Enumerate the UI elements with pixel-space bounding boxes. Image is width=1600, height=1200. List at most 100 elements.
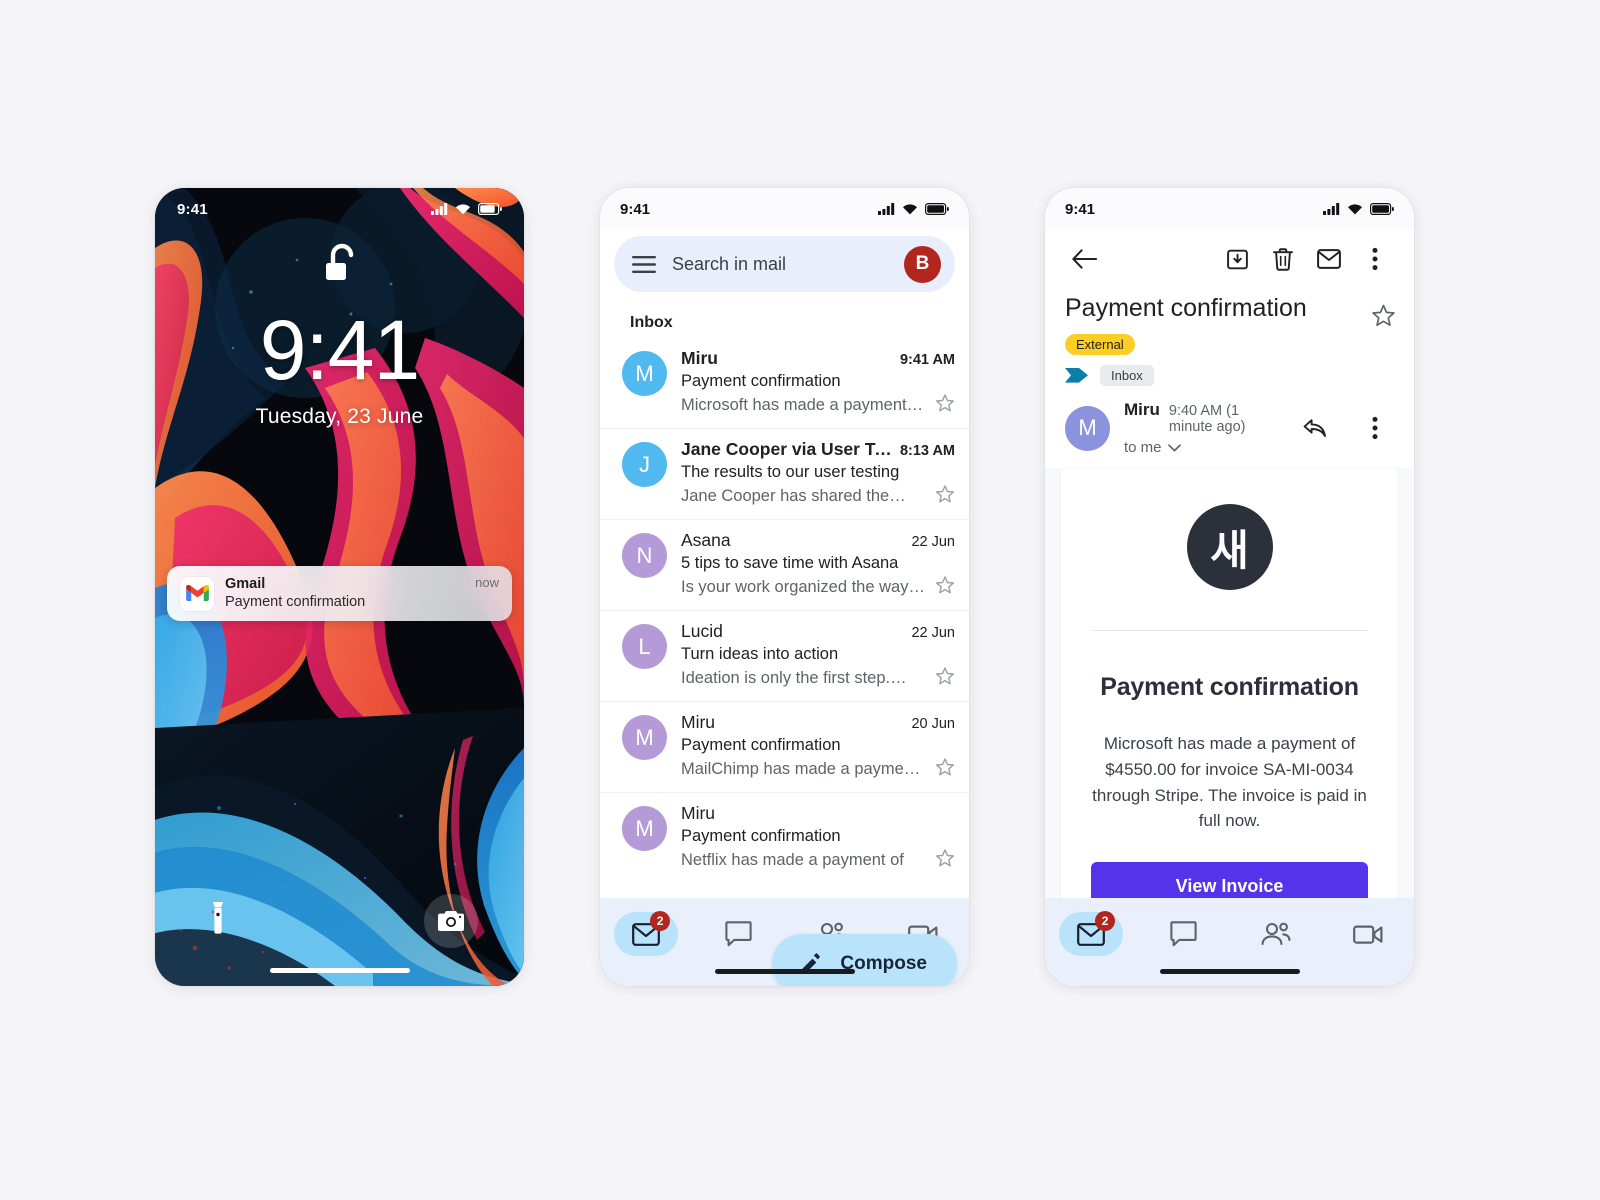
- screenshot-canvas: 9:41 9:41 Tuesday, 23 June Gmail Payment…: [0, 0, 1600, 1200]
- back-arrow-glyph: [1071, 249, 1097, 269]
- brand-logo: 새: [1186, 504, 1273, 590]
- gmail-notification[interactable]: Gmail Payment confirmation now: [167, 566, 512, 621]
- nav-item-mail[interactable]: 2: [614, 911, 679, 956]
- view-invoice-button[interactable]: View Invoice: [1091, 862, 1368, 898]
- home-indicator: [269, 968, 410, 973]
- avatar[interactable]: M: [1065, 405, 1110, 451]
- avatar[interactable]: M: [622, 351, 667, 396]
- nav-item-spaces[interactable]: [1244, 912, 1308, 956]
- page-title: Inbox: [630, 314, 673, 331]
- gmail-icon: [180, 576, 214, 611]
- gmail-inbox-phone: 9:41 Search in mail B Inbox M Miru 9:41 …: [600, 188, 969, 986]
- email-snippet-row: MailChimp has made a payment…: [681, 757, 955, 782]
- sender-name: Miru: [1124, 400, 1160, 419]
- nav-item-chat[interactable]: [706, 912, 770, 956]
- avatar[interactable]: M: [622, 806, 667, 851]
- avatar[interactable]: L: [622, 624, 667, 669]
- email-body-card: 새 Payment confirmation Microsoft has mad…: [1061, 468, 1398, 898]
- email-time: 22 Jun: [911, 534, 955, 550]
- star-outline-icon[interactable]: [935, 575, 955, 595]
- email-list-item[interactable]: J Jane Cooper via User Te… 8:13 AM The resu…: [600, 428, 969, 519]
- avatar[interactable]: B: [904, 245, 941, 283]
- nav-item-mail[interactable]: 2: [1059, 911, 1124, 956]
- more-glyph: [1372, 416, 1378, 440]
- star-outline-icon[interactable]: [935, 484, 955, 504]
- search-input[interactable]: Search in mail: [672, 254, 888, 275]
- notification-title: Payment confirmation: [225, 594, 366, 611]
- email-header-row: Miru 20 Jun: [681, 712, 955, 733]
- detail-top: 9:41 Payment confirmation External Inbox…: [1045, 188, 1414, 468]
- home-indicator: [1159, 969, 1300, 974]
- status-badge: External: [1065, 334, 1135, 355]
- cellular-icon: [431, 203, 448, 215]
- nav-item-chat[interactable]: [1151, 912, 1215, 956]
- email-subject: Turn ideas into action: [681, 645, 839, 663]
- mark-unread-icon[interactable]: [1306, 236, 1352, 282]
- email-subject: Payment confirmation: [681, 372, 841, 390]
- email-list-item[interactable]: M Miru 20 Jun Payment confirmation MailChimp…: [600, 701, 969, 792]
- email-snippet: MailChimp has made a payment…: [681, 760, 925, 778]
- search-bar[interactable]: Search in mail B: [614, 236, 955, 292]
- compose-button[interactable]: Compose: [772, 934, 957, 986]
- reply-icon[interactable]: [1292, 405, 1338, 451]
- lock-screen-phone: 9:41 9:41 Tuesday, 23 June Gmail Payment…: [155, 188, 524, 986]
- gmail-detail-phone: 9:41 Payment confirmation External Inbox…: [1045, 188, 1414, 986]
- chat-glyph: [1170, 921, 1197, 947]
- lock-status-bar: 9:41: [155, 188, 524, 230]
- star-button[interactable]: [935, 575, 955, 600]
- email-snippet: Is your work organized the way…: [681, 578, 925, 596]
- subject-column: Payment confirmation External Inbox: [1065, 294, 1371, 386]
- email-subject: Payment confirmation: [681, 827, 841, 845]
- email-sender: Miru: [681, 712, 716, 732]
- cellular-icon: [1323, 203, 1340, 215]
- star-button[interactable]: [935, 393, 955, 418]
- cellular-icon: [878, 203, 895, 215]
- email-time: 20 Jun: [911, 716, 955, 732]
- more-vertical-icon[interactable]: [1352, 405, 1398, 451]
- star-button[interactable]: [935, 484, 955, 509]
- email-list-item[interactable]: L Lucid 22 Jun Turn ideas into action Ideati…: [600, 610, 969, 701]
- star-glyph: [1372, 304, 1395, 327]
- camera-icon[interactable]: [424, 894, 478, 948]
- recipient-line[interactable]: to me: [1124, 439, 1278, 456]
- avatar[interactable]: J: [622, 442, 667, 487]
- email-sender: Lucid: [681, 621, 723, 641]
- detail-status-bar: 9:41: [1045, 188, 1414, 230]
- star-outline-icon[interactable]: [935, 393, 955, 413]
- email-list-item[interactable]: M Miru Payment confirmation Netflix has mad…: [600, 792, 969, 883]
- back-arrow-icon[interactable]: [1061, 236, 1107, 282]
- email-snippet-row: Netflix has made a payment of: [681, 848, 955, 873]
- status-time: 9:41: [620, 200, 651, 218]
- archive-icon[interactable]: [1214, 236, 1260, 282]
- star-button[interactable]: [935, 848, 955, 873]
- detail-subject-block: Payment confirmation External Inbox: [1045, 288, 1414, 386]
- avatar[interactable]: M: [622, 715, 667, 760]
- star-outline-icon[interactable]: [935, 757, 955, 777]
- gmail-envelope-icon: [185, 585, 209, 602]
- star-button[interactable]: [935, 666, 955, 691]
- wifi-icon: [456, 204, 470, 215]
- email-subject: The results to our user testing: [681, 463, 900, 481]
- email-list-item[interactable]: M Miru 9:41 AM Payment confirmation Microsof…: [600, 338, 969, 428]
- more-vertical-icon[interactable]: [1352, 236, 1398, 282]
- flashlight-icon[interactable]: [210, 902, 226, 941]
- hamburger-menu-icon[interactable]: [632, 255, 656, 273]
- star-button[interactable]: [935, 757, 955, 782]
- email-snippet-row: Jane Cooper has shared the…: [681, 484, 955, 509]
- trash-icon[interactable]: [1260, 236, 1306, 282]
- email-sender: Miru: [681, 803, 716, 823]
- email-list-item[interactable]: N Asana 22 Jun 5 tips to save time with Asa…: [600, 519, 969, 610]
- star-outline-icon[interactable]: [1371, 303, 1396, 333]
- avatar[interactable]: N: [622, 533, 667, 578]
- lock-clock: 9:41: [259, 303, 420, 397]
- nav-item-meet[interactable]: [1336, 912, 1400, 956]
- email-snippet: Ideation is only the first step.…: [681, 669, 907, 687]
- star-outline-icon[interactable]: [935, 848, 955, 868]
- label-chip[interactable]: Inbox: [1100, 365, 1154, 386]
- email-subject: Payment confirmation: [681, 736, 841, 754]
- divider: [1091, 630, 1368, 631]
- email-time: 22 Jun: [911, 625, 955, 641]
- important-marker-icon[interactable]: [1065, 367, 1089, 384]
- star-outline-icon[interactable]: [935, 666, 955, 686]
- status-icons: [878, 203, 949, 215]
